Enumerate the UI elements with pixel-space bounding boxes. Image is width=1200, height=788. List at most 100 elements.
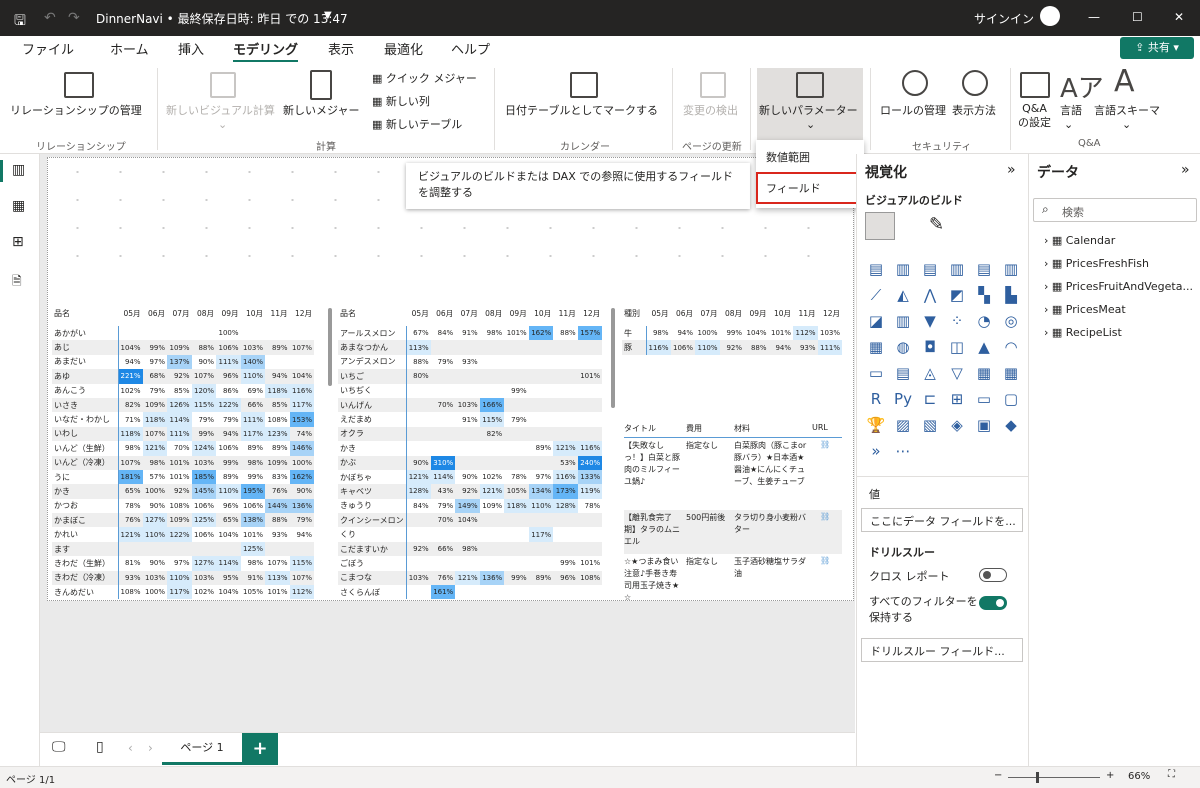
collapse-icon[interactable]: » [1181, 162, 1190, 178]
matrix-row[interactable]: アールスメロン 67% 84% 91% 98% 101% 162% 88% 157% [338, 326, 603, 341]
drillthrough-field-well[interactable]: ドリルスルー フィールド... [861, 638, 1023, 662]
pie-icon[interactable]: ◔ [973, 312, 995, 334]
minimize-icon[interactable]: — [1088, 10, 1100, 24]
matrix-row[interactable]: かき 65% 100% 92% 145% 110% 195% 76% 90% [52, 484, 315, 499]
report-view-icon[interactable]: ▥ [12, 162, 25, 178]
matrix-row[interactable]: アンデスメロン 88% 79% 93% [338, 354, 602, 370]
data-table-item[interactable]: › ▦ PricesFruitAndVegeta... [1044, 280, 1193, 293]
new-column-button[interactable]: ▦ 新しい列 [372, 93, 430, 109]
matrix-row[interactable]: キャベツ 128% 43% 92% 121% 105% 134% 173% 119% [338, 484, 603, 499]
matrix-row[interactable]: いんげん 70% 103% 166% [338, 397, 603, 413]
narrative-icon[interactable]: ▢ [1000, 390, 1022, 412]
data-table-item[interactable]: › ▦ PricesFreshFish [1044, 257, 1149, 270]
data-table-item[interactable]: › ▦ Calendar [1044, 234, 1115, 247]
filled-map-icon[interactable]: ◘ [919, 338, 941, 360]
qa-settings-button[interactable]: Q&A の設定 [1018, 102, 1051, 130]
matrix-row[interactable]: あまなつかん 113% [338, 340, 603, 355]
zoom-out-icon[interactable]: − [994, 770, 1002, 781]
linguistic-schema-button[interactable]: 言語スキーマ [1094, 102, 1160, 118]
cross-report-toggle[interactable] [979, 568, 1007, 582]
quick-measure-button[interactable]: ▦ クイック メジャー [372, 70, 477, 86]
view-as-button[interactable]: 表示方法 [952, 102, 996, 118]
share-button[interactable]: ⇪ 共有 ▾ [1120, 37, 1194, 59]
next-page-icon[interactable]: › [148, 741, 153, 755]
undo-icon[interactable]: ↶ [44, 10, 56, 26]
matrix-row[interactable]: こまつな 103% 76% 121% 136% 99% 89% 96% 108% [338, 570, 603, 586]
tab-home[interactable]: ホーム [110, 39, 149, 58]
detect-changes-button[interactable]: 変更の検出 [683, 102, 738, 118]
azure-map-icon[interactable]: ▲ [973, 338, 995, 360]
r-visual-icon[interactable]: R [865, 390, 887, 412]
zoom-slider[interactable] [1008, 777, 1100, 778]
slicer-icon[interactable]: ▽ [946, 364, 968, 386]
numeric-range-item[interactable]: 数値範囲 [766, 149, 810, 165]
zoom-handle[interactable] [1036, 772, 1039, 783]
mobile-layout-icon[interactable]: ▯ [96, 739, 104, 755]
mark-date-table-button[interactable]: 日付テーブルとしてマークする [505, 102, 658, 118]
recipe-row[interactable]: ☆★つまみ食い注意♪手巻き寿司用玉子焼き★☆ 指定なし 玉子酒砂糖塩サラダ油 ⛓ [624, 554, 842, 602]
waterfall-icon[interactable]: ▥ [892, 312, 914, 334]
language-button[interactable]: 言語 [1060, 102, 1082, 118]
line-chart-icon[interactable]: ⟋ [865, 286, 887, 308]
100-bar-icon[interactable]: ▤ [973, 260, 995, 282]
new-visual-calc-button[interactable]: 新しいビジュアル計算 [166, 102, 275, 118]
tab-insert[interactable]: 挿入 [178, 39, 204, 58]
matrix-row[interactable]: あゆ 221% 68% 92% 107% 96% 110% 94% 104% [52, 369, 315, 384]
line-column-icon[interactable]: ▚ [973, 286, 995, 308]
build-visual-icon[interactable] [865, 212, 895, 240]
power-automate-icon[interactable]: ◈ [946, 416, 968, 438]
new-table-button[interactable]: ▦ 新しいテーブル [372, 116, 462, 132]
matrix-row[interactable]: クインシーメロン 70% 104% [338, 513, 603, 528]
link-icon[interactable]: ⛓ [820, 512, 830, 521]
python-visual-icon[interactable]: Py [892, 390, 914, 412]
key-influencers-icon[interactable]: ⊏ [919, 390, 941, 412]
matrix-row[interactable]: いわし 118% 107% 111% 99% 94% 117% 123% 74% [52, 426, 315, 442]
signin-link[interactable]: サインイン [974, 10, 1034, 27]
matrix-fish[interactable]: 品名 05月 06月 07月 08月 09月 10月 11月 12月 あかがい 100% あじ 104%… [52, 300, 315, 600]
treemap-icon[interactable]: ▦ [865, 338, 887, 360]
matrix-row[interactable]: きんめだい 108% 100% 117% 102% 104% 105% 101% 112% [52, 585, 315, 600]
data-search-box[interactable]: ⌕ 検索 [1033, 198, 1197, 222]
matrix-row[interactable]: かれい 121% 110% 122% 106% 104% 101% 93% 94% [52, 527, 314, 542]
matrix-row[interactable]: あまだい 94% 97% 137% 90% 111% 140% [52, 354, 314, 370]
matrix-row[interactable]: こだますいか 92% 66% 98% [338, 541, 603, 557]
collapse-icon[interactable]: » [1007, 162, 1016, 178]
link-icon[interactable]: ⛓ [820, 440, 830, 449]
manage-relationships-button[interactable]: リレーションシップの管理 [10, 102, 142, 118]
matrix-row[interactable]: いちぢく 99% [338, 383, 602, 398]
tab-help[interactable]: ヘルプ [451, 39, 490, 58]
matrix-row[interactable]: いちご 80% 101% [338, 369, 603, 384]
model-view-icon[interactable]: ⊞ [12, 234, 24, 250]
kpi-icon[interactable]: ◬ [919, 364, 941, 386]
fit-to-page-icon[interactable]: ⛶ [1168, 769, 1175, 780]
save-icon[interactable]: 🖫 [14, 10, 26, 34]
matrix-row[interactable]: さくらんぼ 161% [338, 585, 602, 600]
multi-card-icon[interactable]: ▤ [892, 364, 914, 386]
avatar[interactable] [1040, 6, 1060, 26]
matrix-row[interactable]: くり 117% [338, 527, 602, 542]
donut-icon[interactable]: ◎ [1000, 312, 1022, 334]
shape-map-icon[interactable]: ◫ [946, 338, 968, 360]
matrix-row[interactable]: いんど（冷凍） 107% 98% 101% 103% 99% 98% 109% 100% [52, 455, 315, 470]
stacked-column-icon[interactable]: ▥ [892, 260, 914, 282]
tab-file[interactable]: ファイル [22, 39, 74, 58]
matrix-row[interactable]: きわだ（生鮮） 81% 90% 97% 127% 114% 98% 107% 115% [52, 556, 315, 571]
link-icon[interactable]: ⛓ [820, 556, 830, 565]
diamond-icon[interactable]: ◆ [1000, 416, 1022, 438]
table-icon[interactable]: ▦ [973, 364, 995, 386]
map-icon[interactable]: ◍ [892, 338, 914, 360]
data-table-item[interactable]: › ▦ PricesMeat [1044, 303, 1126, 316]
card-icon[interactable]: ▭ [865, 364, 887, 386]
recipe-table[interactable]: タイトル 費用 材料 URL 【失敗なしっ！】白菜と豚肉のミルフィーユ鍋♪ 指定なし 白菜豚… [624, 420, 842, 602]
goals-icon[interactable]: 🏆 [865, 416, 887, 438]
area-chart-icon[interactable]: ◭ [892, 286, 914, 308]
maximize-icon[interactable]: ☐ [1132, 10, 1143, 24]
table-view-icon[interactable]: ▦ [12, 198, 25, 214]
format-visual-icon[interactable]: ✎ [929, 214, 944, 235]
dax-query-icon[interactable]: 🗎 [12, 272, 22, 293]
scrollbar[interactable] [328, 308, 332, 386]
decomposition-tree-icon[interactable]: ⊞ [946, 390, 968, 412]
scatter-icon[interactable]: ⁘ [946, 312, 968, 334]
new-measure-button[interactable]: 新しいメジャー [283, 102, 359, 118]
chevron-icon[interactable]: » [865, 442, 887, 464]
